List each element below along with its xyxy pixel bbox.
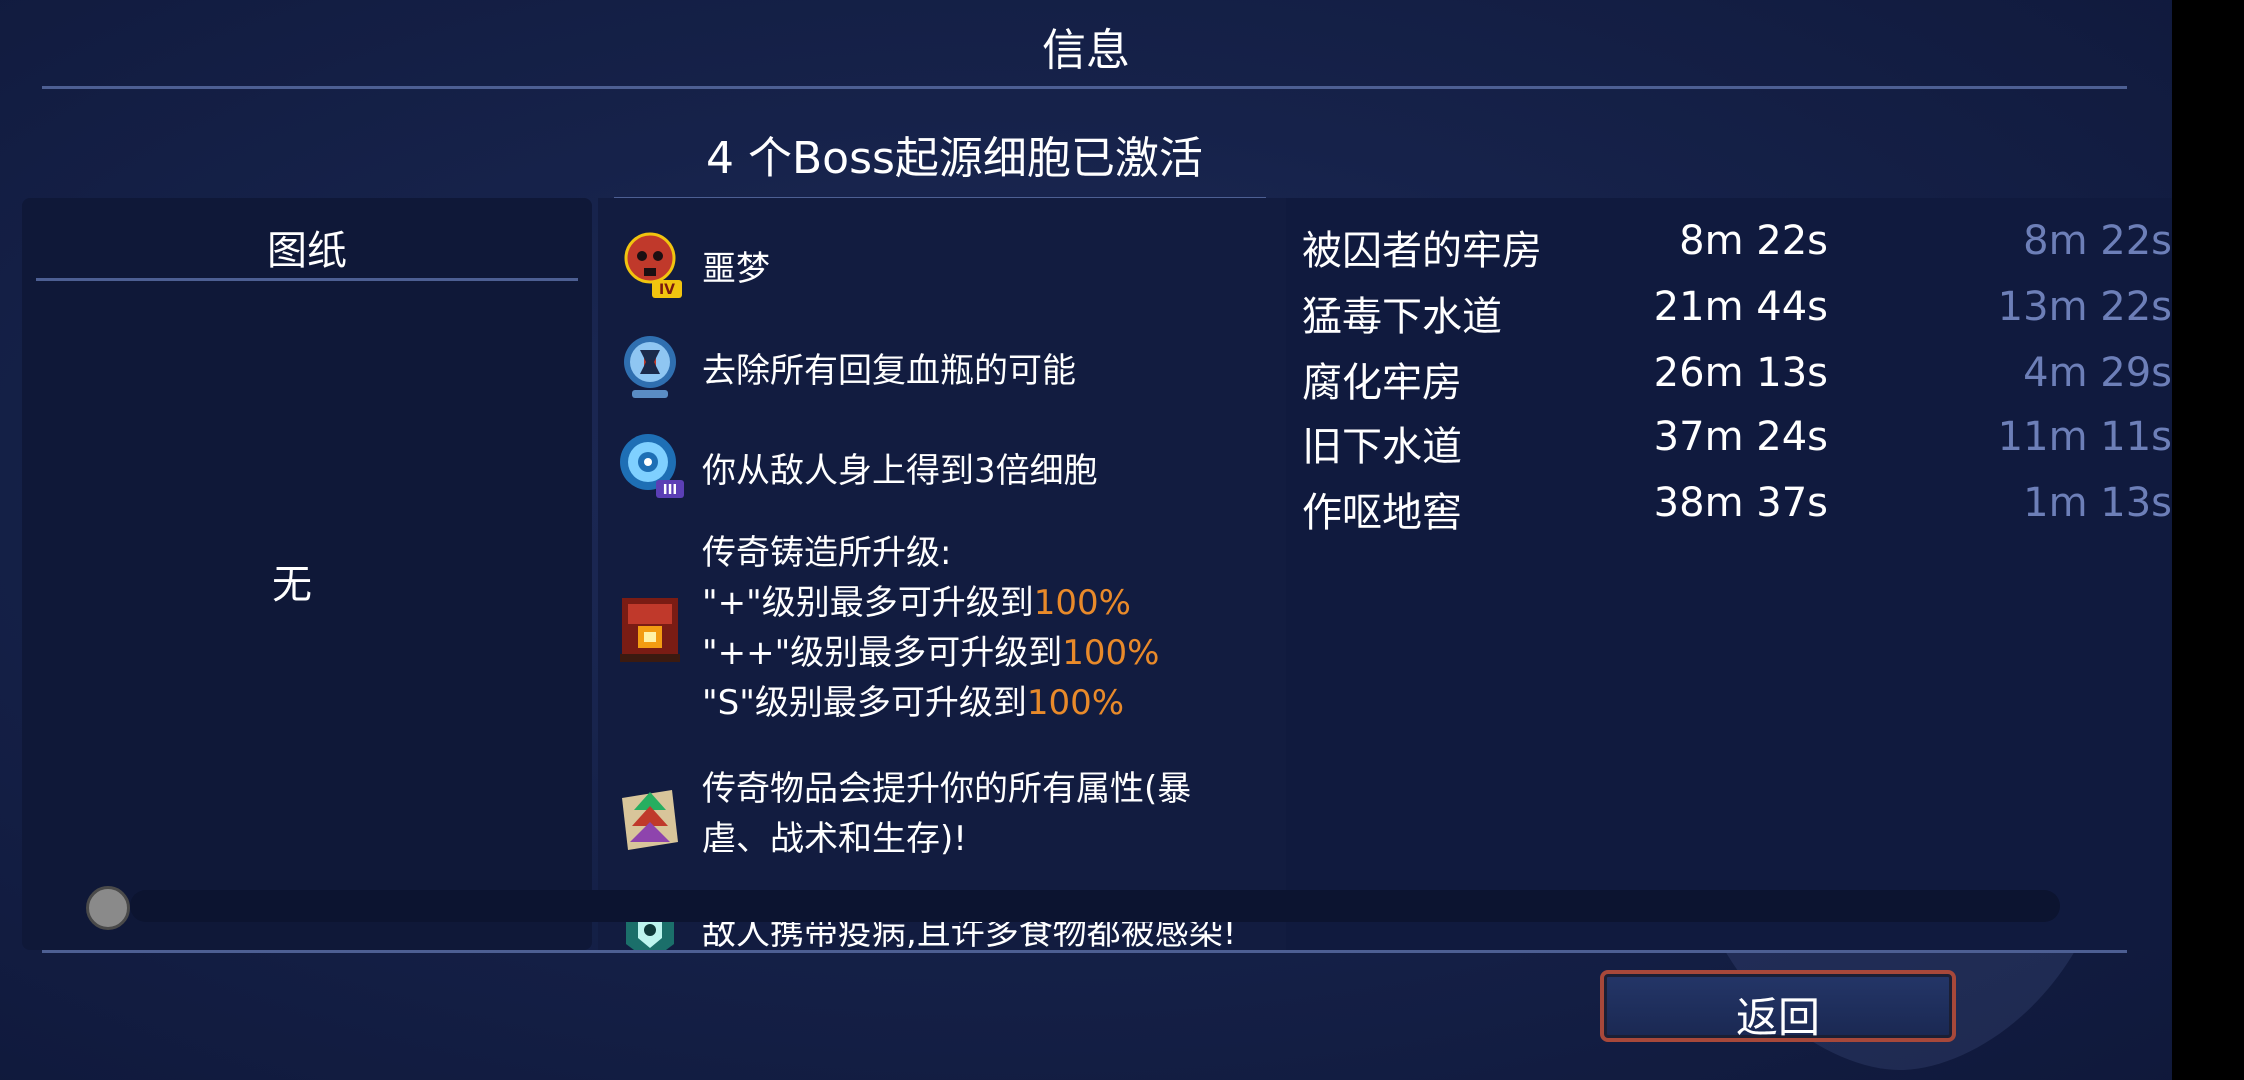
modifier-item: III 你从敌人身上得到3倍细胞 xyxy=(598,430,1286,510)
footer-divider xyxy=(42,950,2127,953)
modifier-line: "S"级别最多可升级到100% xyxy=(702,678,1159,728)
modifiers-panel[interactable]: IV 噩梦 去除所有回复血瓶的可能 III 你从敌人身上得到3倍细胞 传奇铸造所… xyxy=(598,198,1286,950)
blueprints-empty-text: 无 xyxy=(272,562,312,608)
skull-iv-icon: IV xyxy=(624,232,682,298)
modifier-line: 噩梦 xyxy=(702,244,770,294)
back-button-label: 返回 xyxy=(1735,993,1820,1042)
modifier-line: 虐、战术和生存)! xyxy=(702,814,1191,864)
timing-row: 作呕地窖 38m 37s 1m 13s xyxy=(1302,480,2172,540)
modifier-line: "+"级别最多可升级到100% xyxy=(702,578,1159,628)
level-name: 旧下水道 xyxy=(1302,424,1462,470)
modifier-text: 传奇铸造所升级: "+"级别最多可升级到100% "++"级别最多可升级到100… xyxy=(702,528,1159,728)
split-time: 13m 22s xyxy=(1997,284,2172,330)
modifier-text-segment: "S"级别最多可升级到 xyxy=(702,683,1027,723)
modifier-text-segment: 去除所有回复血瓶的可能 xyxy=(702,351,1076,391)
timing-row: 被囚者的牢房 8m 22s 8m 22s xyxy=(1302,218,2172,278)
modifier-text-segment: 虐、战术和生存)! xyxy=(702,819,967,859)
modifier-line: 你从敌人身上得到3倍细胞 xyxy=(702,446,1098,496)
blueprints-divider xyxy=(36,278,578,281)
timing-row: 猛毒下水道 21m 44s 13m 22s xyxy=(1302,284,2172,344)
svg-text:IV: IV xyxy=(659,282,675,298)
modifier-text-segment: "++"级别最多可升级到 xyxy=(702,633,1063,673)
modifier-text-segment: 噩梦 xyxy=(702,249,770,289)
svg-text:III: III xyxy=(663,483,678,498)
modifier-text: 去除所有回复血瓶的可能 xyxy=(702,346,1076,396)
modifier-line: "++"级别最多可升级到100% xyxy=(702,628,1159,678)
modifier-text: 你从敌人身上得到3倍细胞 xyxy=(702,446,1098,496)
scrollbar-thumb[interactable] xyxy=(86,886,130,930)
modifier-line: 传奇物品会提升你的所有属性(暴 xyxy=(702,764,1191,814)
modifier-item: 传奇物品会提升你的所有属性(暴 虐、战术和生存)! xyxy=(598,764,1286,874)
cumulative-time: 38m 37s xyxy=(1653,480,1828,526)
modifier-line: 去除所有回复血瓶的可能 xyxy=(702,346,1076,396)
modifier-item: 传奇铸造所升级: "+"级别最多可升级到100% "++"级别最多可升级到100… xyxy=(598,528,1286,738)
potion-flask-icon xyxy=(624,336,676,398)
level-name: 腐化牢房 xyxy=(1302,360,1462,406)
highlight-value: 100% xyxy=(1062,633,1160,673)
split-time: 11m 11s xyxy=(1997,414,2172,460)
header-divider xyxy=(42,86,2127,89)
modifier-item: 去除所有回复血瓶的可能 xyxy=(598,330,1286,410)
blueprints-panel[interactable]: 图纸 无 xyxy=(22,198,592,950)
legendary-scroll-icon xyxy=(622,790,678,850)
modifier-text-segment: "+"级别最多可升级到 xyxy=(702,583,1034,623)
level-name: 猛毒下水道 xyxy=(1302,294,1502,340)
modifier-text: 传奇物品会提升你的所有属性(暴 虐、战术和生存)! xyxy=(702,764,1191,864)
screen-edge-bar xyxy=(2172,0,2244,1080)
back-button[interactable]: 返回 xyxy=(1600,970,1956,1042)
level-name: 作呕地窖 xyxy=(1302,490,1462,536)
blueprints-heading: 图纸 xyxy=(267,228,347,274)
boss-cells-status: 4 个Boss起源细胞已激活 xyxy=(706,133,1203,184)
cumulative-time: 8m 22s xyxy=(1679,218,1828,264)
modifier-text-segment: 传奇铸造所升级: xyxy=(702,533,952,573)
forge-anvil-icon xyxy=(620,598,680,662)
modifier-text-segment: 你从敌人身上得到3倍细胞 xyxy=(702,451,1098,491)
modifier-item: IV 噩梦 xyxy=(598,228,1286,308)
highlight-value: 100% xyxy=(1033,583,1131,623)
split-time: 8m 22s xyxy=(2023,218,2172,264)
cumulative-time: 21m 44s xyxy=(1653,284,1828,330)
split-time: 1m 13s xyxy=(2023,480,2172,526)
level-name: 被囚者的牢房 xyxy=(1302,228,1542,274)
modifier-line: 传奇铸造所升级: xyxy=(702,528,1159,578)
timing-row: 腐化牢房 26m 13s 4m 29s xyxy=(1302,350,2172,410)
level-timings-panel[interactable]: 被囚者的牢房 8m 22s 8m 22s 猛毒下水道 21m 44s 13m 2… xyxy=(1286,198,2172,950)
timing-row: 旧下水道 37m 24s 11m 11s xyxy=(1302,414,2172,474)
cumulative-time: 37m 24s xyxy=(1653,414,1828,460)
modifier-text-segment: 传奇物品会提升你的所有属性(暴 xyxy=(702,769,1192,809)
cell-orb-iii-icon: III xyxy=(620,434,684,498)
highlight-value: 100% xyxy=(1026,683,1125,723)
cumulative-time: 26m 13s xyxy=(1653,350,1828,396)
modifier-text: 噩梦 xyxy=(702,244,770,294)
split-time: 4m 29s xyxy=(2023,350,2172,396)
horizontal-scrollbar[interactable] xyxy=(130,890,2060,922)
page-title: 信息 xyxy=(1042,25,1130,76)
